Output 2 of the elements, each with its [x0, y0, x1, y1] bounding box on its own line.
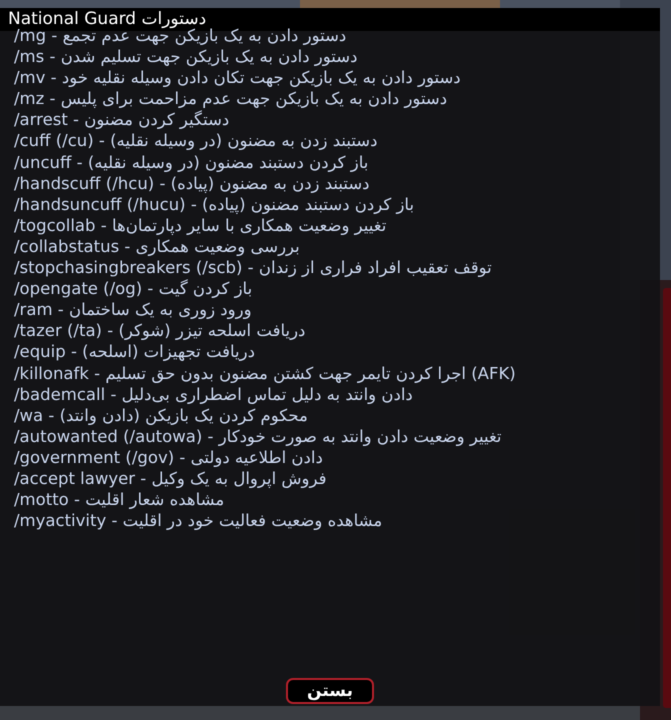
close-button[interactable]: بستن — [286, 678, 374, 704]
scrollbar[interactable] — [663, 288, 671, 708]
